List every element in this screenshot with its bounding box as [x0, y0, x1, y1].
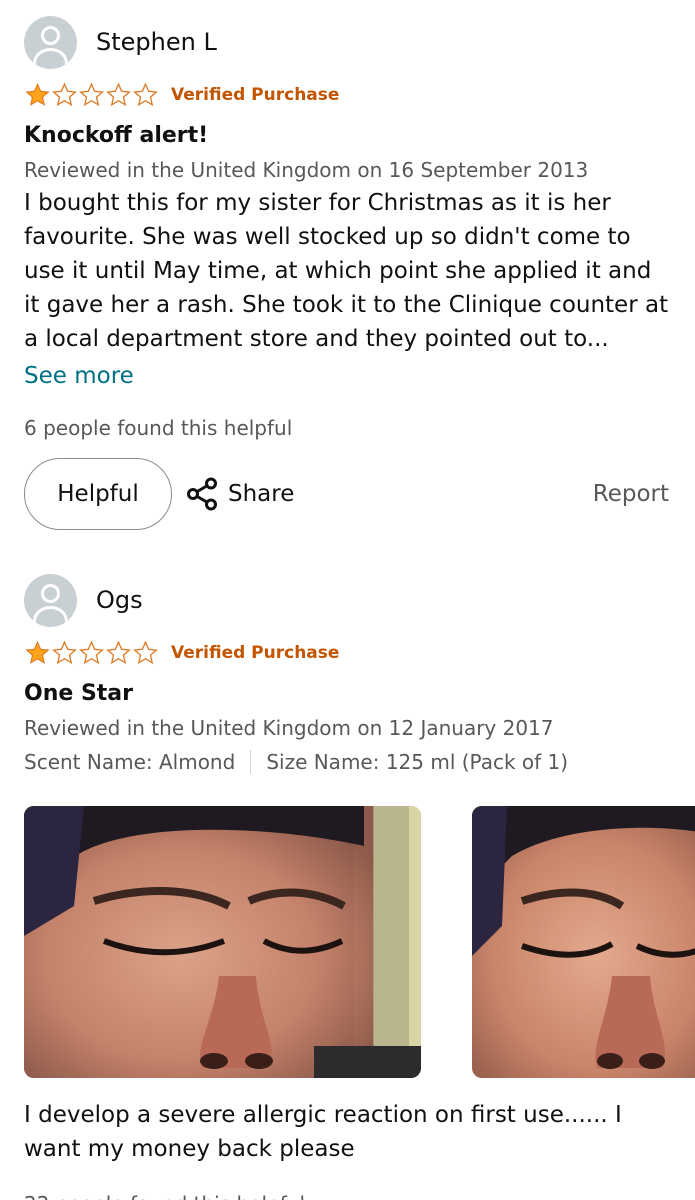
- reviewer-profile[interactable]: Ogs: [24, 572, 669, 628]
- review-title: Knockoff alert!: [24, 123, 209, 148]
- share-label: Share: [228, 481, 295, 507]
- star-empty-icon: [133, 640, 158, 665]
- review-body: I develop a severe allergic reaction on …: [24, 1102, 622, 1162]
- star-filled-icon: [25, 82, 50, 106]
- review-actions: Helpful Share Report: [24, 458, 669, 530]
- report-link[interactable]: Report: [593, 481, 669, 507]
- star-empty-icon: [133, 82, 158, 107]
- face-photo-image: [472, 806, 695, 1078]
- star-empty-icon: [52, 640, 77, 665]
- star-empty-icon: [106, 82, 131, 107]
- reviewer-name[interactable]: Ogs: [96, 586, 143, 614]
- review-photo[interactable]: [472, 806, 695, 1078]
- reviews-page: Stephen L Verified Purchase Knockoff ale…: [0, 0, 695, 1200]
- scent-name: Scent Name: Almond: [24, 750, 236, 774]
- star-empty-icon: [79, 640, 104, 665]
- see-more-link[interactable]: See more: [24, 360, 669, 392]
- star-filled-icon: [25, 640, 50, 664]
- reviewer-name[interactable]: Stephen L: [96, 28, 217, 56]
- size-name: Size Name: 125 ml (Pack of 1): [266, 750, 569, 774]
- verified-purchase-badge: Verified Purchase: [171, 85, 340, 105]
- face-photo-image: [24, 806, 421, 1078]
- verified-purchase-badge: Verified Purchase: [171, 643, 340, 663]
- reviewer-profile[interactable]: Stephen L: [24, 14, 669, 70]
- avatar-icon: [24, 15, 77, 69]
- review-date: Reviewed in the United Kingdom on 12 Jan…: [24, 716, 554, 740]
- helpful-button[interactable]: Helpful: [24, 458, 172, 530]
- star-rating[interactable]: [24, 640, 159, 666]
- rating-row: Verified Purchase: [24, 638, 669, 668]
- star-empty-icon: [106, 640, 131, 665]
- avatar-icon: [24, 573, 77, 627]
- share-icon: [187, 477, 217, 511]
- helpful-count: 22 people found this helpful: [24, 1190, 669, 1200]
- product-variant: Scent Name: Almond Size Name: 125 ml (Pa…: [24, 748, 669, 776]
- rating-row: Verified Purchase: [24, 80, 669, 110]
- review-date: Reviewed in the United Kingdom on 16 Sep…: [24, 158, 589, 182]
- share-button[interactable]: Share: [184, 476, 294, 512]
- variant-divider: [250, 750, 252, 774]
- review-title: One Star: [24, 681, 134, 706]
- review-card: Stephen L Verified Purchase Knockoff ale…: [0, 0, 695, 530]
- star-rating[interactable]: [24, 82, 159, 108]
- star-empty-icon: [52, 82, 77, 107]
- star-empty-icon: [79, 82, 104, 107]
- helpful-count: 6 people found this helpful: [24, 416, 293, 440]
- review-photo[interactable]: [24, 806, 421, 1078]
- review-body: I bought this for my sister for Christma…: [24, 190, 669, 352]
- review-images: [24, 806, 695, 1078]
- review-card: Ogs Verified Purchase One Star Reviewed …: [0, 530, 695, 1200]
